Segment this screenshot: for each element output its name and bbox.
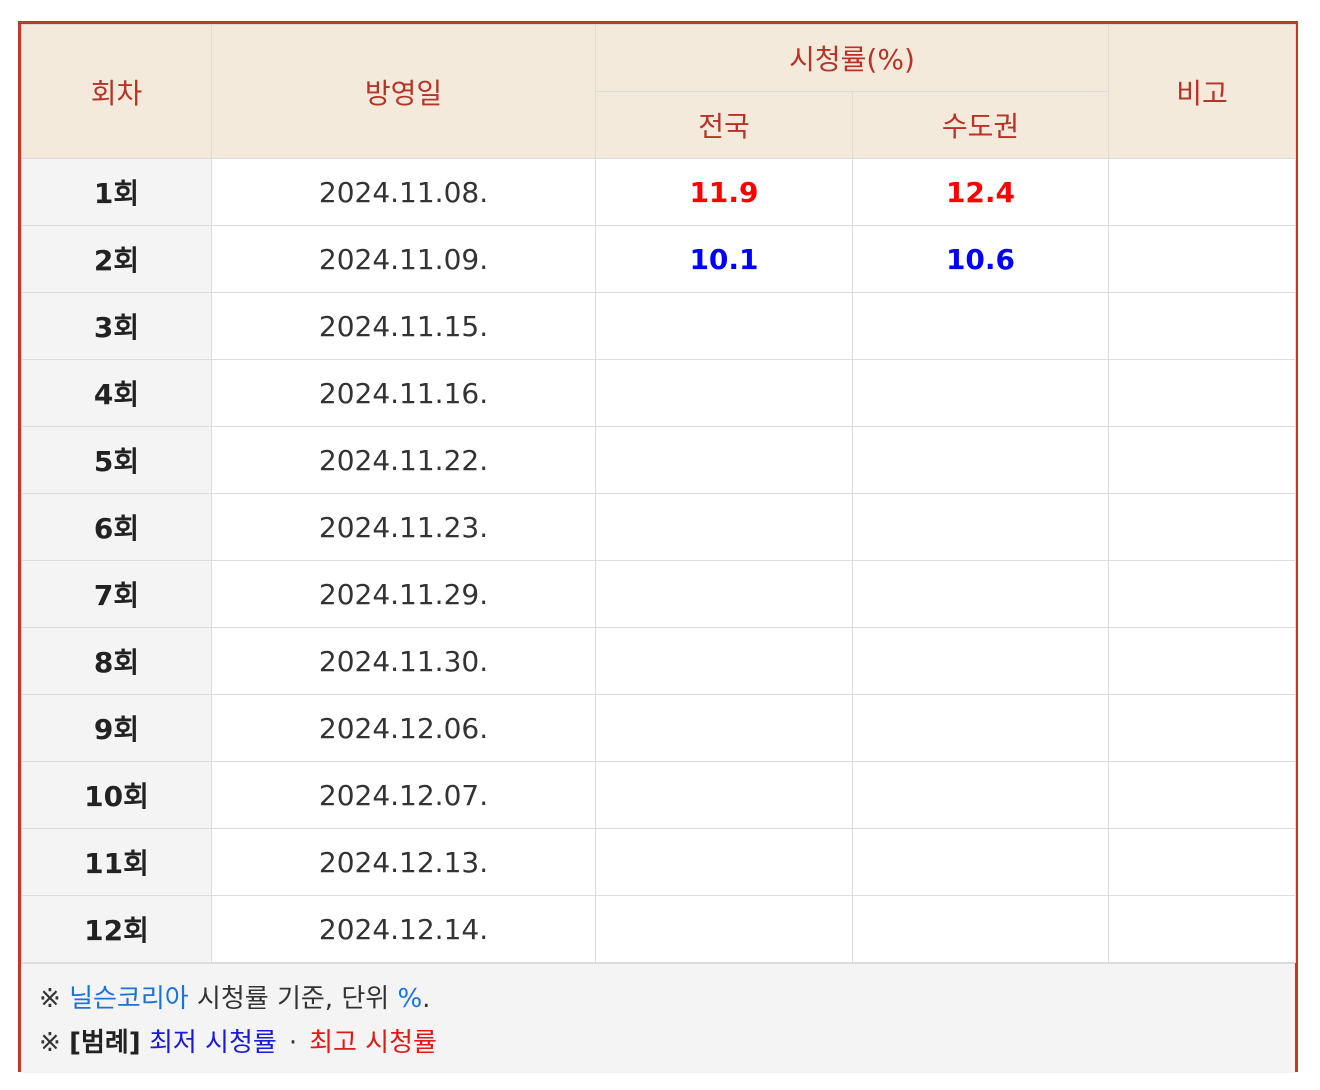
air-date-cell: 2024.12.06. bbox=[211, 694, 596, 762]
episode-cell: 10회 bbox=[21, 761, 212, 829]
table-row: 3회 2024.11.15. bbox=[21, 292, 1297, 360]
episode-cell: 2회 bbox=[21, 225, 212, 293]
episode-cell: 5회 bbox=[21, 426, 212, 494]
nationwide-rating-cell bbox=[595, 292, 853, 360]
capital-rating-cell bbox=[851, 627, 1110, 695]
nationwide-rating-cell bbox=[595, 694, 853, 762]
footnote-end: . bbox=[422, 984, 431, 1014]
remark-cell bbox=[1108, 426, 1297, 494]
header-ratings: 시청률(%) bbox=[594, 24, 1110, 92]
table-row: 4회 2024.11.16. bbox=[21, 359, 1297, 427]
header-air-date: 방영일 bbox=[211, 24, 596, 159]
air-date-cell: 2024.12.07. bbox=[211, 761, 596, 829]
legend-label: [범례] bbox=[69, 1028, 141, 1058]
legend-separator: · bbox=[288, 1028, 298, 1058]
episode-cell: 4회 bbox=[21, 359, 212, 427]
nationwide-rating-lowest: 10.1 bbox=[595, 225, 853, 293]
air-date-cell: 2024.11.22. bbox=[211, 426, 596, 494]
capital-rating-cell bbox=[851, 828, 1110, 896]
capital-rating-lowest: 10.6 bbox=[851, 225, 1110, 293]
table-footnotes: ※ 닐슨코리아 시청률 기준, 단위 %. ※ [범례] 최저 시청률 · 최고 시… bbox=[21, 963, 1295, 1073]
remark-cell bbox=[1108, 694, 1297, 762]
unit-percent: % bbox=[397, 984, 423, 1014]
table-row: 10회 2024.12.07. bbox=[21, 761, 1297, 829]
header-nationwide: 전국 bbox=[595, 91, 853, 159]
remark-cell bbox=[1108, 225, 1297, 293]
table-row: 12회 2024.12.14. bbox=[21, 895, 1297, 963]
nationwide-rating-cell bbox=[595, 359, 853, 427]
remark-cell bbox=[1108, 828, 1297, 896]
remark-cell bbox=[1108, 895, 1297, 963]
remark-cell bbox=[1108, 158, 1297, 226]
capital-rating-cell bbox=[851, 292, 1110, 360]
air-date-cell: 2024.12.14. bbox=[211, 895, 596, 963]
remark-cell bbox=[1108, 627, 1297, 695]
nationwide-rating-cell bbox=[595, 828, 853, 896]
reference-mark: ※ bbox=[39, 1028, 61, 1058]
footnote-source: ※ 닐슨코리아 시청률 기준, 단위 %. bbox=[39, 980, 1295, 1024]
episode-cell: 11회 bbox=[21, 828, 212, 896]
header-capital-area: 수도권 bbox=[851, 91, 1110, 159]
table-row: 5회 2024.11.22. bbox=[21, 426, 1297, 494]
legend-highest: 최고 시청률 bbox=[309, 1028, 437, 1058]
table-row: 6회 2024.11.23. bbox=[21, 493, 1297, 561]
ratings-table-frame: 회차 방영일 시청률(%) 비고 전국 수도권 1회 2024.11.08. 1… bbox=[18, 21, 1298, 1073]
episode-cell: 9회 bbox=[21, 694, 212, 762]
table-row: 8회 2024.11.30. bbox=[21, 627, 1297, 695]
nationwide-rating-cell bbox=[595, 895, 853, 963]
remark-cell bbox=[1108, 292, 1297, 360]
footnote-source-text: 시청률 기준, 단위 bbox=[188, 984, 398, 1014]
nationwide-rating-cell bbox=[595, 627, 853, 695]
episode-cell: 1회 bbox=[21, 158, 212, 226]
remark-cell bbox=[1108, 359, 1297, 427]
remark-cell bbox=[1108, 560, 1297, 628]
nielsen-korea-link[interactable]: 닐슨코리아 bbox=[69, 984, 189, 1014]
capital-rating-cell bbox=[851, 359, 1110, 427]
header-episode: 회차 bbox=[21, 24, 212, 159]
air-date-cell: 2024.11.23. bbox=[211, 493, 596, 561]
remark-cell bbox=[1108, 761, 1297, 829]
air-date-cell: 2024.11.09. bbox=[211, 225, 596, 293]
episode-cell: 7회 bbox=[21, 560, 212, 628]
reference-mark: ※ bbox=[39, 984, 61, 1014]
episode-cell: 3회 bbox=[21, 292, 212, 360]
episode-cell: 8회 bbox=[21, 627, 212, 695]
legend-lowest: 최저 시청률 bbox=[148, 1028, 277, 1058]
air-date-cell: 2024.11.29. bbox=[211, 560, 596, 628]
air-date-cell: 2024.12.13. bbox=[211, 828, 596, 896]
header-remarks: 비고 bbox=[1108, 24, 1297, 159]
nationwide-rating-cell bbox=[595, 761, 853, 829]
nationwide-rating-cell bbox=[595, 560, 853, 628]
capital-rating-cell bbox=[851, 895, 1110, 963]
remark-cell bbox=[1108, 493, 1297, 561]
ratings-table: 회차 방영일 시청률(%) 비고 전국 수도권 1회 2024.11.08. 1… bbox=[21, 24, 1297, 963]
episode-cell: 6회 bbox=[21, 493, 212, 561]
table-row: 1회 2024.11.08. 11.9 12.4 bbox=[21, 158, 1297, 226]
air-date-cell: 2024.11.30. bbox=[211, 627, 596, 695]
nationwide-rating-cell bbox=[595, 493, 853, 561]
nationwide-rating-cell bbox=[595, 426, 853, 494]
capital-rating-cell bbox=[851, 694, 1110, 762]
air-date-cell: 2024.11.08. bbox=[211, 158, 596, 226]
footnote-legend: ※ [범례] 최저 시청률 · 최고 시청률 bbox=[39, 1024, 1295, 1068]
capital-rating-cell bbox=[851, 493, 1110, 561]
table-row: 7회 2024.11.29. bbox=[21, 560, 1297, 628]
capital-rating-cell bbox=[851, 426, 1110, 494]
capital-rating-highest: 12.4 bbox=[851, 158, 1110, 226]
episode-cell: 12회 bbox=[21, 895, 212, 963]
air-date-cell: 2024.11.16. bbox=[211, 359, 596, 427]
capital-rating-cell bbox=[851, 560, 1110, 628]
air-date-cell: 2024.11.15. bbox=[211, 292, 596, 360]
table-row: 9회 2024.12.06. bbox=[21, 694, 1297, 762]
table-row: 2회 2024.11.09. 10.1 10.6 bbox=[21, 225, 1297, 293]
capital-rating-cell bbox=[851, 761, 1110, 829]
nationwide-rating-highest: 11.9 bbox=[595, 158, 853, 226]
table-row: 11회 2024.12.13. bbox=[21, 828, 1297, 896]
